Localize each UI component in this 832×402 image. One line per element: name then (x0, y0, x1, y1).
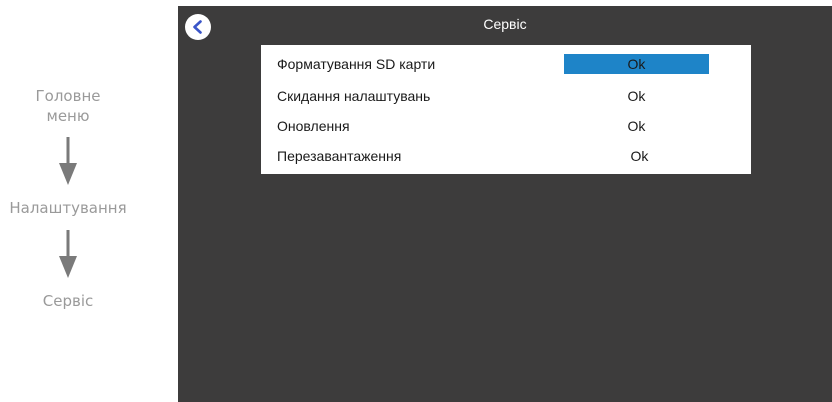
nav-step-settings: Налаштування (9, 199, 127, 217)
navigation-path: Головне меню Налаштування Сервіс (0, 0, 178, 402)
ok-button-reset-settings[interactable]: Ok (564, 86, 709, 106)
menu-row-update: Оновлення Ok (261, 115, 751, 139)
row-label: Форматування SD карти (277, 56, 436, 72)
row-label: Оновлення (277, 118, 350, 134)
device-screen: Сервіс Форматування SD карти Ok Скидання… (178, 6, 832, 402)
arrow-down-icon (59, 230, 77, 278)
row-label: Перезавантаження (277, 148, 402, 164)
menu-row-reboot: Перезавантаження Ok (261, 145, 751, 169)
service-menu-panel: Форматування SD карти Ok Скидання налашт… (261, 45, 751, 174)
nav-step-service: Сервіс (42, 292, 94, 310)
menu-row-format-sd: Форматування SD карти Ok (261, 53, 751, 77)
ok-button-format-sd[interactable]: Ok (564, 54, 709, 74)
ok-button-reboot[interactable]: Ok (567, 146, 712, 166)
arrow-down-icon (59, 137, 77, 185)
row-label: Скидання налаштувань (277, 88, 431, 104)
menu-row-reset-settings: Скидання налаштувань Ok (261, 85, 751, 109)
screen-title: Сервіс (483, 16, 527, 32)
nav-step-main-menu: Головне меню (35, 87, 101, 125)
ok-button-update[interactable]: Ok (564, 116, 709, 136)
